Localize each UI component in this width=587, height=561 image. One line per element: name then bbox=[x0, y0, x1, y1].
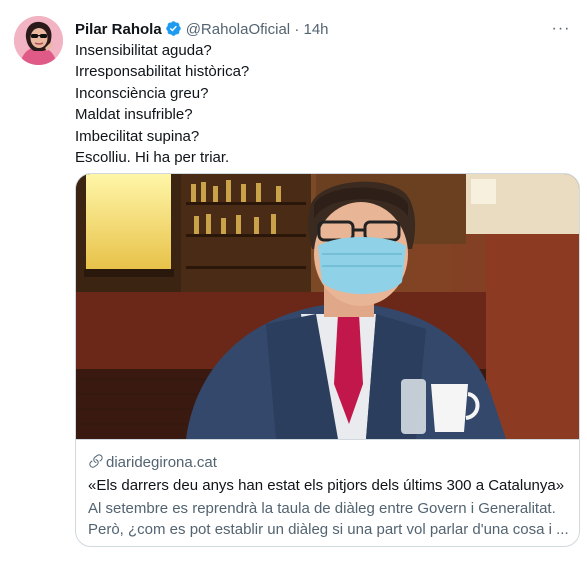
card-description-line: Però, ¿com es pot establir un diàleg si … bbox=[88, 521, 569, 538]
tweet-text-line: Maldat insufrible? bbox=[75, 106, 193, 124]
card-description: Al setembre es reprendrà la taula de dià… bbox=[88, 498, 573, 540]
tweet[interactable]: Pilar Rahola @RaholaOficial · 14h ··· Ins… bbox=[0, 0, 587, 561]
card-title: «Els darrers deu anys han estat els pitj… bbox=[88, 477, 565, 494]
card-domain: diaridegirona.cat bbox=[106, 454, 217, 471]
link-icon bbox=[88, 453, 104, 469]
card-description-line: Al setembre es reprendrà la taula de dià… bbox=[88, 500, 556, 517]
card-image[interactable] bbox=[76, 174, 579, 439]
tweet-text-line: Escolliu. Hi ha per triar. bbox=[75, 149, 230, 167]
tweet-text-line: Irresponsabilitat històrica? bbox=[75, 63, 250, 81]
avatar[interactable] bbox=[14, 16, 63, 65]
tweet-text: Insensibilitat aguda? Irresponsabilitat … bbox=[75, 40, 570, 168]
tweet-header: Pilar Rahola @RaholaOficial · 14h ··· bbox=[75, 20, 573, 40]
card-photo bbox=[76, 174, 579, 439]
link-preview-card[interactable]: diaridegirona.cat «Els darrers deu anys … bbox=[75, 173, 580, 547]
author-handle[interactable]: @RaholaOficial bbox=[186, 21, 290, 38]
author-name[interactable]: Pilar Rahola bbox=[75, 21, 162, 38]
card-domain-row: diaridegirona.cat bbox=[88, 453, 217, 473]
verified-badge-icon bbox=[165, 20, 182, 37]
separator-dot: · bbox=[294, 21, 300, 38]
timestamp[interactable]: 14h bbox=[303, 21, 328, 38]
more-options-icon[interactable]: ··· bbox=[549, 20, 573, 40]
avatar-image bbox=[14, 16, 63, 65]
tweet-text-line: Insensibilitat aguda? bbox=[75, 42, 212, 59]
card-body[interactable]: diaridegirona.cat «Els darrers deu anys … bbox=[76, 439, 579, 546]
tweet-text-line: Imbecilitat supina? bbox=[75, 127, 200, 145]
tweet-text-line: Inconsciència greu? bbox=[75, 84, 209, 102]
